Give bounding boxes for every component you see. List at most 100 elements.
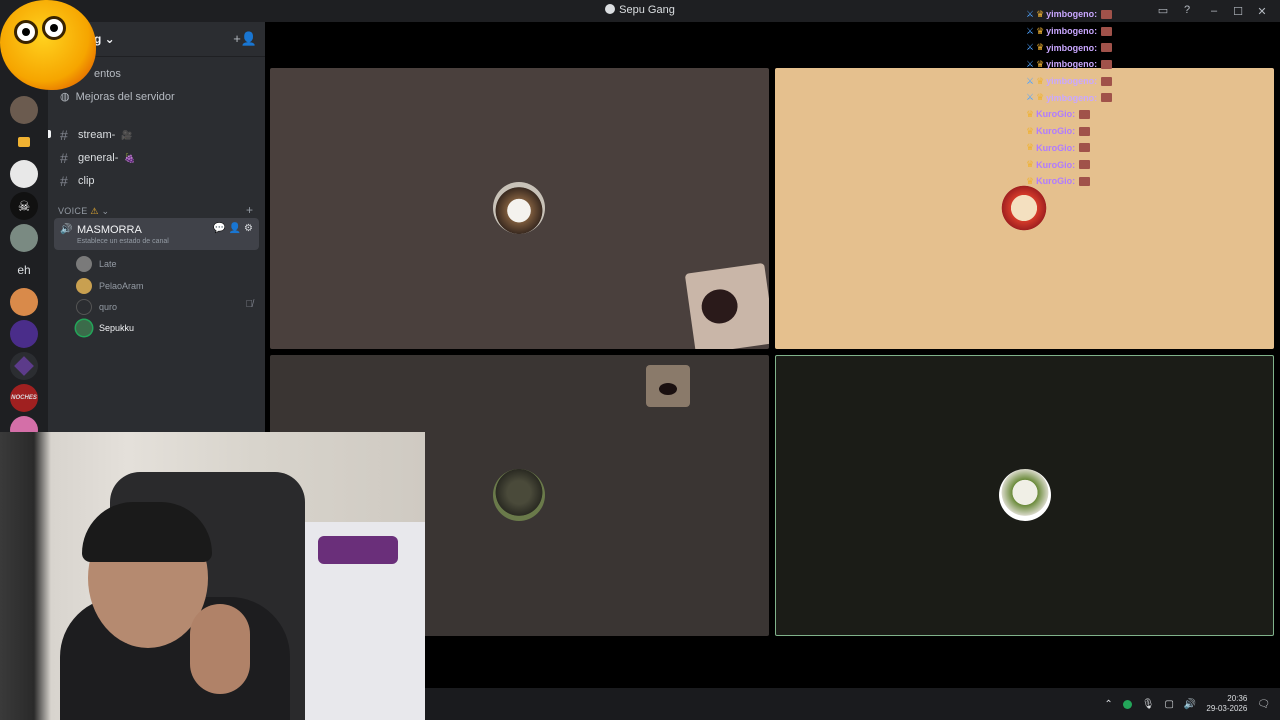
server-eh-label: eh [17,263,31,277]
crown-icon: ♛ [1036,25,1045,36]
boosts-label: Mejoras del servidor [75,91,175,103]
person-hand [190,604,250,694]
stream-chat-overlay: ⚔ ♛ yimbogeno: ⚔ ♛ yimbogeno: ⚔ ♛ yimbogeno: ⚔… [1026,6,1113,190]
channel-sidebar: g ⌄ +👤 entos ◍ Mejoras del servidor # stre… [48,22,265,432]
member-name: PelaoAram [99,281,144,291]
chat-username: KuroGio: [1036,126,1076,137]
chat-message: ⚔ ♛ yimbogeno: [1026,56,1113,73]
member-name: Late [99,259,117,269]
voice-member[interactable]: quro [76,299,117,315]
chat-message: ⚔ ♛ yimbogeno: [1026,23,1113,40]
chat-username: KuroGio: [1036,159,1076,170]
channel-label: stream- [78,129,116,141]
clock[interactable]: 20:36 29-03-2026 [1206,694,1247,714]
server-icon[interactable] [10,288,38,316]
voice-member[interactable]: PelaoAram [76,278,144,294]
chat-username: yimbogeno: [1046,26,1098,37]
server-icon[interactable] [10,224,38,252]
avatar [76,299,92,315]
crown-icon: ♛ [1026,175,1035,186]
sword-icon: ⚔ [1026,92,1035,103]
server-noches-label: NOCHES [11,395,37,401]
sword-icon: ⚔ [1026,58,1035,69]
emote-icon [1079,143,1091,153]
chat-username: KuroGio: [1036,176,1076,187]
voice-member[interactable]: Sepukku [76,320,134,336]
server-noches[interactable]: NOCHES [10,384,38,412]
close-button[interactable]: ✕ [1250,3,1274,19]
channel-general[interactable]: # general- 🍇 [60,150,136,166]
volume-icon[interactable]: 🔊 [1184,699,1196,710]
channel-label: clip [78,175,95,187]
crown-icon: ♛ [1036,58,1045,69]
minimize-button[interactable]: – [1202,3,1226,19]
webcam-overlay [0,432,425,720]
events-label: entos [94,68,121,80]
server-boosts-link[interactable]: ◍ Mejoras del servidor [60,90,175,103]
microphone-icon[interactable]: 🎙 [1142,699,1155,710]
warning-icon: ⚠ [90,206,99,216]
voice-channel-masmorra[interactable]: 🔊 MASMORRA Establece un estado de canal … [54,218,259,250]
participant-tile[interactable] [270,68,769,349]
emote-icon [1079,109,1091,119]
channel-stream[interactable]: # stream- 🎥 [60,127,133,143]
invite-user-icon[interactable]: +👤 [233,31,257,47]
clock-time: 20:36 [1227,694,1248,703]
avatar [76,256,92,272]
maximize-button[interactable]: ☐ [1226,3,1250,19]
status-dot-icon[interactable] [1122,699,1132,709]
channel-emoji: 🍇 [124,152,136,163]
help-icon[interactable]: ? [1180,3,1194,17]
server-icon[interactable] [10,96,38,124]
server-icon[interactable] [10,160,38,188]
participant-avatar [493,182,545,234]
chat-message: ♛ KuroGio: [1026,173,1112,190]
server-icon[interactable] [10,320,38,348]
chat-icon[interactable]: 💬 [213,223,225,234]
server-icon[interactable]: ☠ [10,192,38,220]
create-channel-icon[interactable]: + [246,203,253,217]
server-eh[interactable]: eh [10,256,38,284]
server-icon[interactable] [10,352,38,380]
participant-tile[interactable] [775,68,1274,349]
chat-message: ⚔ ♛ yimbogeno: [1026,73,1113,90]
events-link[interactable]: entos [94,68,121,80]
chat-message: ♛ KuroGio: [1026,106,1112,123]
gear-icon[interactable]: ⚙ [244,223,253,234]
discord-logo-icon [605,4,616,14]
chat-message: ♛ KuroGio: [1026,123,1112,140]
sword-icon: ⚔ [1026,8,1035,19]
voice-member[interactable]: Late [76,256,117,272]
channel-clip[interactable]: # clip [60,173,95,189]
sword-icon: ⚔ [1026,42,1035,53]
chat-username: yimbogeno: [1046,92,1098,103]
avatar [76,320,92,336]
chat-message: ♛ KuroGio: [1026,156,1112,173]
muted-icon: 🎙̸ [245,299,254,310]
sword-icon: ⚔ [1026,25,1035,36]
inbox-icon[interactable]: ▭ [1156,3,1170,17]
voice-channel-status[interactable]: Establece un estado de canal [77,238,169,245]
crown-icon: ♛ [1026,125,1035,136]
eye-icon [14,20,38,44]
add-member-icon[interactable]: 👤 [229,223,241,234]
face-sticker [646,365,690,407]
window-title-text: Sepu Gang [619,4,675,16]
taskbar: ⌃ 🎙 ▢ 🔊 20:36 29-03-2026 🗨 [425,688,1280,720]
server-name[interactable]: g ⌄ [94,32,115,46]
emote-icon [1079,176,1091,186]
voice-category-label: VOICE [58,206,88,216]
chat-message: ⚔ ♛ yimbogeno: [1026,39,1113,56]
boost-icon: ◍ [60,91,70,103]
channel-emoji: 🎥 [121,129,133,140]
participant-avatar [493,469,545,521]
emoji-sticker [0,0,96,90]
notification-icon[interactable]: 🗨 [1257,699,1270,710]
network-icon[interactable]: ▢ [1164,699,1173,710]
chat-username: yimbogeno: [1046,76,1098,87]
chat-username: yimbogeno: [1046,9,1098,20]
participant-tile-speaking[interactable] [775,355,1274,636]
folder-icon[interactable] [10,128,38,156]
chevron-up-icon[interactable]: ⌃ [1104,699,1112,710]
voice-category[interactable]: VOICE ⚠ ⌄ [58,206,109,217]
